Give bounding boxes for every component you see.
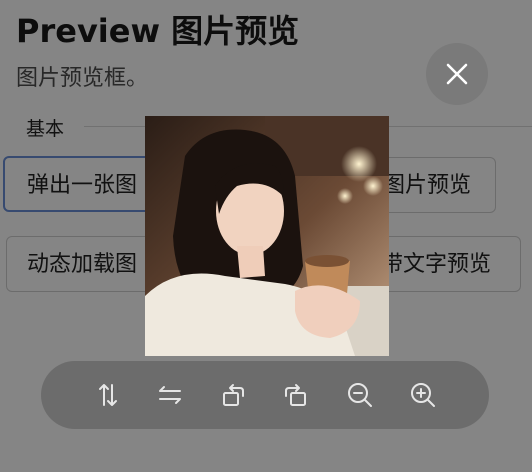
flip-vertical-icon <box>99 384 117 406</box>
close-icon <box>446 63 468 85</box>
rotate-right-button[interactable] <box>279 378 313 412</box>
preview-image[interactable] <box>145 116 389 356</box>
rotate-left-button[interactable] <box>216 378 250 412</box>
rotate-left-icon <box>223 384 244 406</box>
zoom-in-icon <box>411 383 435 407</box>
zoom-out-icon <box>348 383 372 407</box>
flip-horizontal-icon <box>159 386 181 404</box>
zoom-in-button[interactable] <box>406 378 440 412</box>
zoom-out-button[interactable] <box>343 378 377 412</box>
flip-horizontal-button[interactable] <box>153 378 187 412</box>
photo-illustration <box>145 116 389 356</box>
close-button[interactable] <box>426 43 488 105</box>
preview-toolbar <box>41 361 489 429</box>
rotate-right-icon <box>285 384 306 406</box>
flip-vertical-button[interactable] <box>91 378 125 412</box>
